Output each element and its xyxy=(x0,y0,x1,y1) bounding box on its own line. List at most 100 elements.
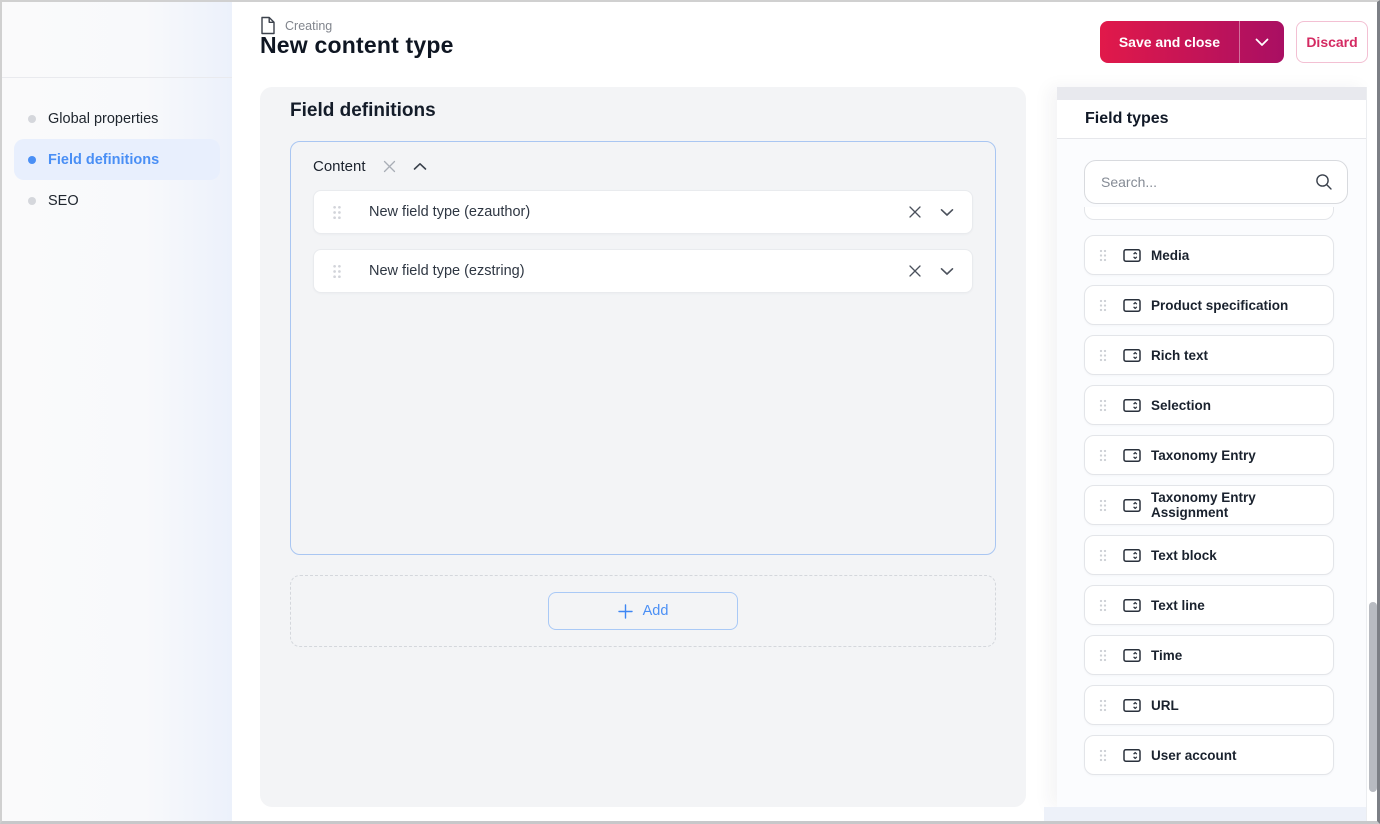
field-type-item[interactable]: Text line xyxy=(1084,585,1334,625)
sidebar-item[interactable]: SEO xyxy=(14,180,220,221)
expand-field-button[interactable] xyxy=(940,267,954,276)
drag-handle-icon[interactable] xyxy=(1099,349,1107,362)
drag-handle-icon[interactable] xyxy=(1099,449,1107,462)
sidebar-item[interactable]: Field definitions xyxy=(14,139,220,180)
save-split-button: Save and close xyxy=(1099,21,1284,63)
close-icon xyxy=(382,159,397,174)
drag-handle-icon[interactable] xyxy=(1099,249,1107,262)
drag-handle-icon[interactable] xyxy=(1099,699,1107,712)
drag-handle-icon[interactable] xyxy=(1099,299,1107,312)
drag-handle-icon[interactable] xyxy=(332,205,342,220)
field-group-header: Content xyxy=(313,154,427,178)
remove-field-button[interactable] xyxy=(907,204,923,220)
field-type-item[interactable]: URL xyxy=(1084,685,1334,725)
field-type-item[interactable]: Rich text xyxy=(1084,335,1334,375)
field-definition-label: New field type (ezauthor) xyxy=(369,204,531,220)
add-group-dropzone: Add xyxy=(290,575,996,647)
field-type-label: Text block xyxy=(1151,547,1217,563)
page-scrollbar[interactable] xyxy=(1366,87,1377,821)
chevron-down-icon xyxy=(1255,38,1269,47)
sidebar-item-label: Global properties xyxy=(48,110,159,127)
field-input-icon xyxy=(1123,698,1141,713)
expand-field-button[interactable] xyxy=(940,208,954,217)
field-type-label: Taxonomy Entry xyxy=(1151,447,1256,463)
section-title: Field definitions xyxy=(290,100,436,121)
panel-top-strip xyxy=(1057,87,1369,100)
field-input-icon xyxy=(1123,648,1141,663)
field-type-item[interactable]: Time xyxy=(1084,635,1334,675)
field-type-list: Media Product specification Rich text Se… xyxy=(1084,235,1334,785)
field-type-item[interactable]: Text block xyxy=(1084,535,1334,575)
field-type-label: Media xyxy=(1151,247,1190,263)
field-type-label: Rich text xyxy=(1151,347,1209,363)
field-input-icon xyxy=(1123,448,1141,463)
sidebar-item[interactable]: Global properties xyxy=(14,98,220,139)
field-group-name: Content xyxy=(313,157,366,175)
discard-button[interactable]: Discard xyxy=(1296,21,1368,63)
field-type-item[interactable]: User account xyxy=(1084,735,1334,775)
collapse-group-button[interactable] xyxy=(413,162,427,171)
panel-title: Field types xyxy=(1085,110,1169,127)
field-type-item[interactable]: Taxonomy Entry xyxy=(1084,435,1334,475)
search-icon xyxy=(1315,173,1333,196)
field-type-label: Product specification xyxy=(1151,297,1289,313)
add-field-button[interactable]: Add xyxy=(548,592,738,630)
bullet-dot-icon xyxy=(28,155,36,164)
field-type-label: Text line xyxy=(1151,597,1205,613)
panel-header: Field types xyxy=(1057,100,1369,139)
close-icon xyxy=(907,204,923,220)
field-type-label: URL xyxy=(1151,697,1179,713)
field-definition-row[interactable]: New field type (ezauthor) xyxy=(313,190,973,234)
field-type-item[interactable]: Product specification xyxy=(1084,285,1334,325)
chevron-down-icon xyxy=(940,267,954,276)
field-input-icon xyxy=(1123,748,1141,763)
page-header: Creating New content type Save and close… xyxy=(232,2,1377,87)
close-icon xyxy=(907,263,923,279)
field-input-icon xyxy=(1123,298,1141,313)
field-type-item[interactable]: Media xyxy=(1084,235,1334,275)
field-definition-row[interactable]: New field type (ezstring) xyxy=(313,249,973,293)
panel-footer-strip xyxy=(1044,807,1369,821)
drag-handle-icon[interactable] xyxy=(1099,649,1107,662)
save-options-button[interactable] xyxy=(1239,21,1284,63)
field-input-icon xyxy=(1123,598,1141,613)
field-definitions-panel: Field definitions Content New field type… xyxy=(260,87,1026,807)
save-and-close-button[interactable]: Save and close xyxy=(1100,21,1239,63)
field-types-panel: Field types Search... Media Product spec… xyxy=(1057,87,1369,807)
sidebar: Global properties Field definitions SEO xyxy=(2,2,232,821)
scrollbar-thumb[interactable] xyxy=(1369,602,1377,792)
app-window: Global properties Field definitions SEO xyxy=(0,0,1380,824)
bullet-dot-icon xyxy=(28,114,36,123)
page-title: New content type xyxy=(260,32,454,58)
sidebar-divider xyxy=(2,77,232,78)
sidebar-item-label: Field definitions xyxy=(48,151,160,168)
drag-handle-icon[interactable] xyxy=(1099,599,1107,612)
field-definition-label: New field type (ezstring) xyxy=(369,263,525,279)
field-input-icon xyxy=(1123,348,1141,363)
field-type-item[interactable]: Selection xyxy=(1084,385,1334,425)
drag-handle-icon[interactable] xyxy=(332,264,342,279)
drag-handle-icon[interactable] xyxy=(1099,399,1107,412)
search-field xyxy=(1084,160,1348,204)
plus-icon xyxy=(617,603,633,619)
add-button-label: Add xyxy=(642,603,669,619)
field-type-item[interactable]: Taxonomy Entry Assignment xyxy=(1084,485,1334,525)
field-input-icon xyxy=(1123,548,1141,563)
drag-handle-icon[interactable] xyxy=(1099,749,1107,762)
drag-handle-icon[interactable] xyxy=(1099,549,1107,562)
drag-handle-icon[interactable] xyxy=(1099,499,1107,512)
field-rows: New field type (ezauthor) New field type… xyxy=(313,190,973,308)
field-input-icon xyxy=(1123,498,1141,513)
field-type-label: Selection xyxy=(1151,397,1212,413)
bullet-dot-icon xyxy=(28,196,36,205)
clipped-type-item[interactable] xyxy=(1084,207,1334,220)
field-type-label: Time xyxy=(1151,647,1183,663)
field-group-content: Content New field type (ezauthor) New fi… xyxy=(290,141,996,555)
search-input[interactable] xyxy=(1084,160,1348,204)
chevron-up-icon xyxy=(413,162,427,171)
field-input-icon xyxy=(1123,398,1141,413)
remove-field-button[interactable] xyxy=(907,263,923,279)
sidebar-item-label: SEO xyxy=(48,192,79,209)
remove-group-button[interactable] xyxy=(382,159,397,174)
kicker-label: Creating xyxy=(285,18,333,33)
